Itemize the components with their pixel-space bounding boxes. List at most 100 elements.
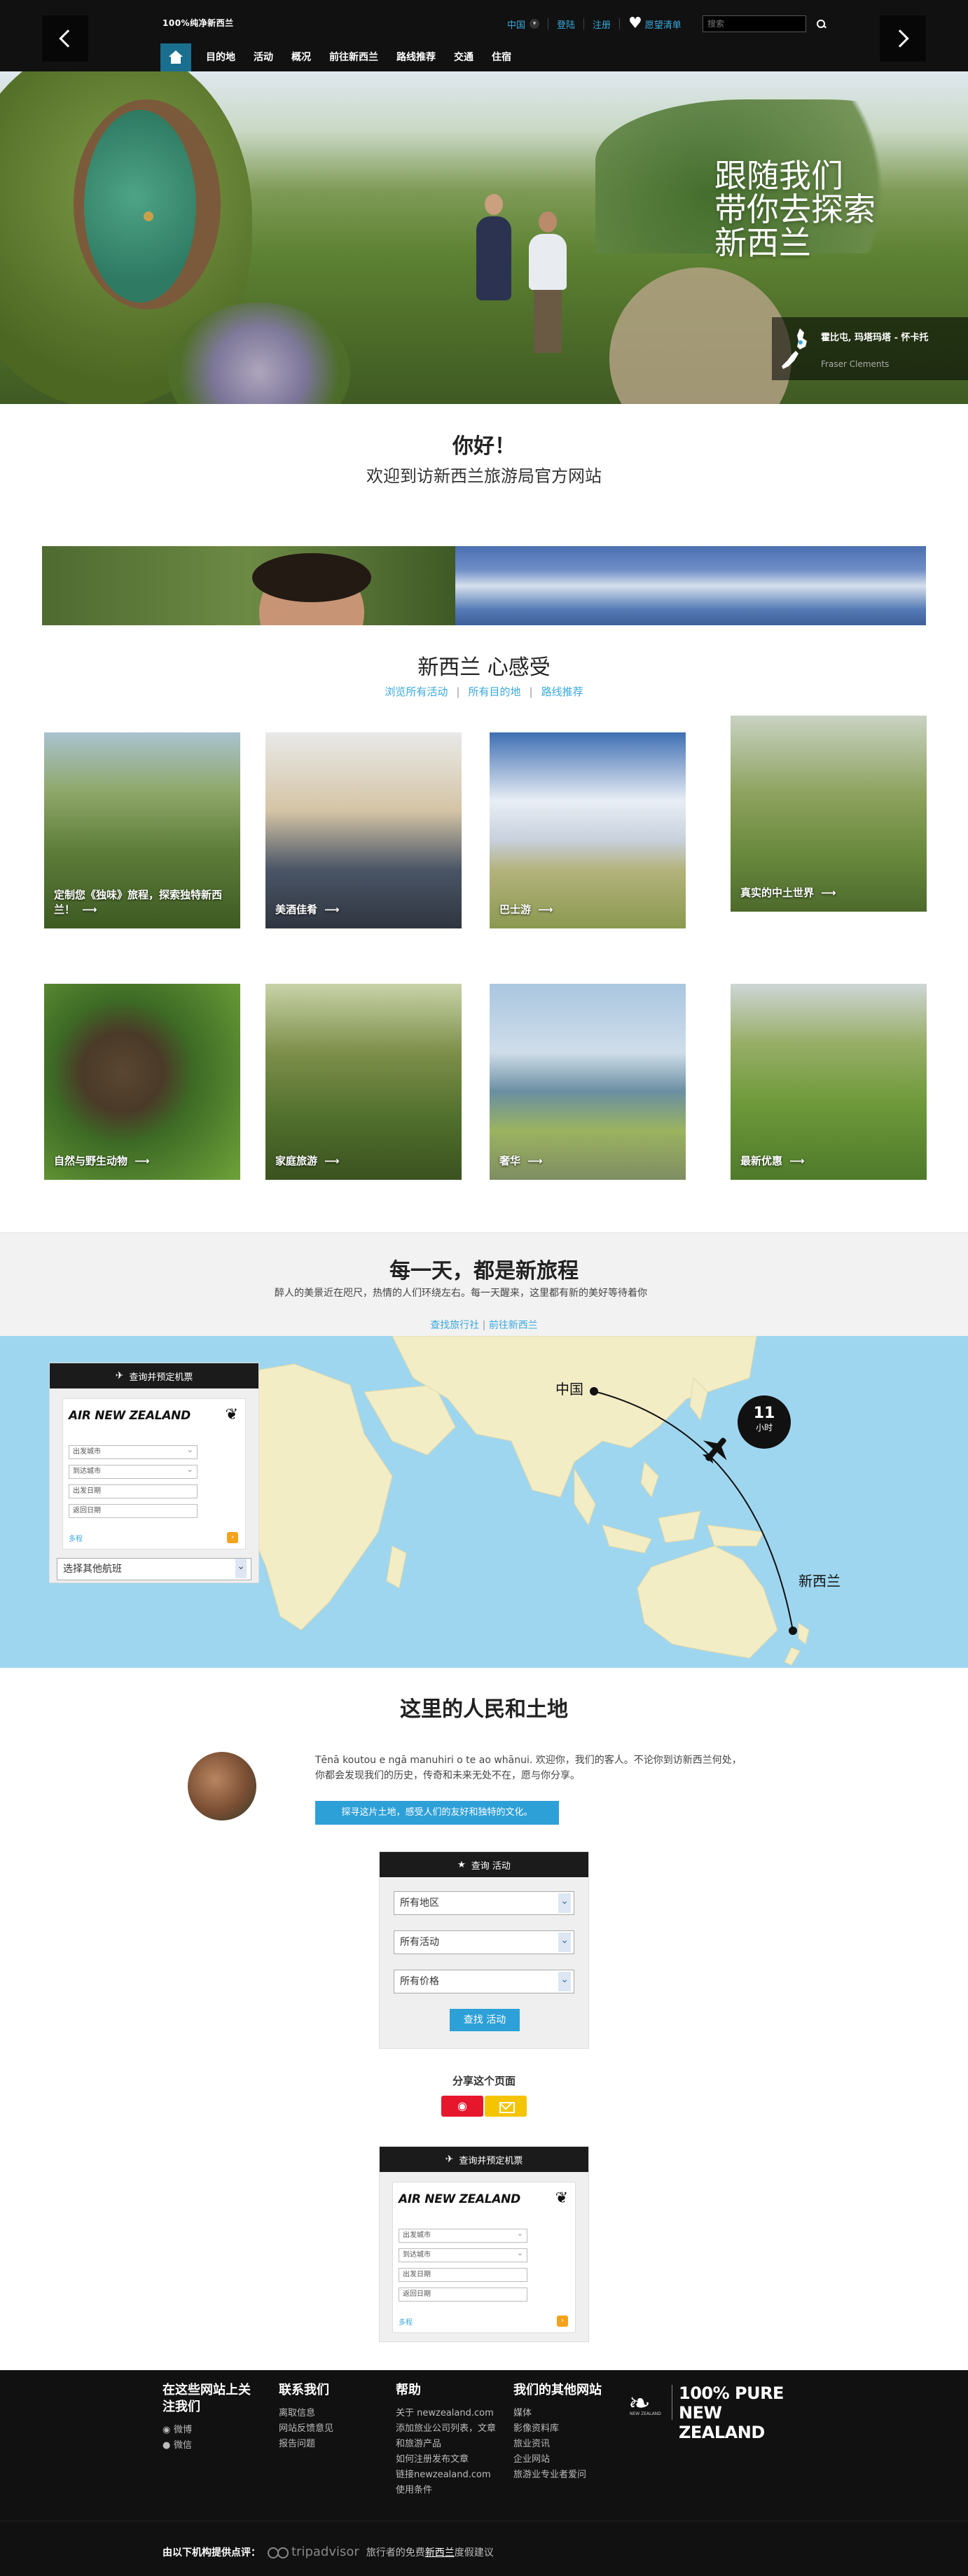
tile-nature-wildlife[interactable]: 自然与野生动物 ⟶ bbox=[44, 984, 240, 1180]
hero-person-man bbox=[529, 211, 567, 373]
flight-hours-badge: 11 小时 bbox=[738, 1395, 791, 1449]
arrow-right-icon: ⟶ bbox=[821, 886, 836, 899]
explore-culture-button[interactable]: 探寻这片土地，感受人们的友好和独特的文化。 bbox=[315, 1801, 559, 1825]
wechat-link[interactable]: ● 微信 bbox=[163, 2438, 261, 2453]
plane-icon: ✈ bbox=[445, 2154, 454, 2165]
departure-date-field[interactable]: 出发日期 bbox=[69, 1484, 198, 1498]
carousel-next-button[interactable] bbox=[880, 15, 926, 62]
footer-link[interactable]: 如何注册发布文章 bbox=[396, 2452, 501, 2467]
nav-accommodation[interactable]: 住宿 bbox=[483, 43, 520, 71]
reviews-text: 旅行者的免费 bbox=[366, 2547, 425, 2558]
itineraries-link[interactable]: 路线推荐 bbox=[541, 685, 583, 698]
tile-luxury[interactable]: 奢华 ⟶ bbox=[490, 984, 686, 1180]
star-icon: ★ bbox=[457, 1859, 466, 1870]
return-date-field[interactable]: 返回日期 bbox=[69, 1504, 198, 1518]
footer-link[interactable]: 媒体 bbox=[513, 2406, 611, 2421]
footer-link[interactable]: 关于 newzealand.com bbox=[396, 2406, 501, 2421]
airline-logo: AIR NEW ZEALAND bbox=[69, 1409, 191, 1423]
tripadvisor-logo[interactable]: tripadvisor bbox=[268, 2544, 359, 2559]
footer-link[interactable]: 旅游业专业者爱问 bbox=[513, 2467, 611, 2483]
footer-link[interactable]: 报告问题 bbox=[279, 2437, 384, 2452]
owl-icon bbox=[268, 2547, 289, 2558]
flight-widget-title: 查询并预定机票 bbox=[459, 2155, 523, 2166]
wishlist-link[interactable]: ♥ 愿望清单 bbox=[628, 16, 682, 32]
nav-destinations[interactable]: 目的地 bbox=[197, 43, 244, 71]
divider: | bbox=[529, 685, 533, 698]
footer-link[interactable]: 链接newzealand.com bbox=[396, 2467, 501, 2483]
tile-middle-earth[interactable]: 真实的中土世界 ⟶ bbox=[731, 716, 927, 912]
search-flights-button[interactable]: › bbox=[227, 1532, 238, 1543]
tile-latest-deals[interactable]: 最新优惠 ⟶ bbox=[731, 984, 927, 1180]
everyday-title: 每一天，都是新旅程 bbox=[389, 1259, 579, 1283]
email-share-button[interactable] bbox=[485, 2096, 527, 2117]
register-link[interactable]: 注册 bbox=[593, 18, 611, 31]
flight-widget-header: ✈ 查询并预定机票 bbox=[50, 1363, 258, 1388]
site-logo[interactable]: 100%纯净新西兰 bbox=[163, 17, 234, 29]
search-input[interactable] bbox=[703, 16, 813, 32]
all-destinations-link[interactable]: 所有目的地 bbox=[468, 685, 520, 698]
nav-overview[interactable]: 概况 bbox=[282, 43, 320, 71]
avatar bbox=[188, 1752, 256, 1820]
tile-family-travel[interactable]: 家庭旅游 ⟶ bbox=[265, 984, 462, 1180]
find-agent-link[interactable]: 查找旅行社 bbox=[430, 1320, 479, 1331]
top-links: 中国 ▾ 登陆 注册 ♥ 愿望清单 bbox=[507, 15, 682, 32]
arrow-right-icon: ⟶ bbox=[134, 1155, 150, 1167]
find-activities-button[interactable]: 查找 活动 bbox=[450, 2009, 520, 2031]
multi-city-link[interactable]: 多程 bbox=[399, 2316, 413, 2327]
departure-city-select[interactable]: 出发城市 bbox=[69, 1444, 198, 1459]
everyday-text: 醉人的美景近在咫尺，热情的人们环绕左右。每一天醒来，这里都有新的美好等待着你 bbox=[275, 1288, 647, 1299]
footer-link[interactable]: 离取信息 bbox=[279, 2406, 384, 2421]
other-flights-select[interactable]: 选择其他航班 bbox=[57, 1558, 251, 1580]
tile-label: 巴士游 ⟶ bbox=[499, 903, 553, 916]
brand-small-text: NEW ZEALAND bbox=[630, 2411, 661, 2416]
multi-city-link[interactable]: 多程 bbox=[69, 1533, 83, 1543]
weibo-link[interactable]: ◉ 微博 bbox=[163, 2423, 261, 2438]
koru-icon: ❦ bbox=[225, 1406, 238, 1423]
footer-link[interactable]: 企业网站 bbox=[513, 2452, 611, 2467]
fern-icon: ❧ bbox=[628, 2388, 651, 2418]
tile-food-wine[interactable]: 美酒佳肴 ⟶ bbox=[265, 732, 462, 928]
hero-person-woman bbox=[476, 194, 511, 355]
weibo-share-button[interactable]: ◉ bbox=[441, 2096, 483, 2117]
divider bbox=[583, 18, 585, 29]
tile-image bbox=[490, 732, 686, 928]
tile-bus-tour[interactable]: 巴士游 ⟶ bbox=[490, 732, 686, 928]
language-selector[interactable]: 中国 ▾ bbox=[507, 18, 540, 31]
footer-link[interactable]: 网站反馈意见 bbox=[279, 2421, 384, 2437]
carousel-prev-button[interactable] bbox=[42, 15, 88, 62]
welcome-title: 你好！ bbox=[452, 434, 516, 459]
departure-city-select[interactable]: 出发城市 bbox=[399, 2227, 527, 2243]
footer-link[interactable]: 添加旅业公司列表，文章和旅游产品 bbox=[396, 2421, 501, 2452]
photo-credit: Fraser Clements bbox=[821, 359, 890, 369]
nav-getting-here[interactable]: 前往新西兰 bbox=[320, 43, 387, 71]
chevron-right-icon bbox=[891, 29, 909, 48]
login-link[interactable]: 登陆 bbox=[557, 18, 575, 31]
nav-itineraries[interactable]: 路线推荐 bbox=[387, 43, 445, 71]
people-title: 这里的人民和土地 bbox=[400, 1697, 568, 1722]
activity-type-select[interactable]: 所有活动 bbox=[394, 1930, 574, 1954]
home-icon[interactable] bbox=[160, 43, 191, 71]
plane-icon bbox=[702, 1437, 727, 1464]
nav-activities[interactable]: 活动 bbox=[244, 43, 282, 71]
arrival-city-select[interactable]: 到达城市 bbox=[399, 2247, 527, 2262]
footer-link[interactable]: 使用条件 bbox=[396, 2483, 501, 2498]
arrival-city-select[interactable]: 到达城市 bbox=[69, 1463, 198, 1479]
browse-activities-link[interactable]: 浏览所有活动 bbox=[385, 685, 448, 698]
brand-logo[interactable]: ❧ NEW ZEALAND 100% PURE NEW ZEALAND bbox=[628, 2381, 789, 2442]
nz-holiday-link[interactable]: 新西兰 bbox=[425, 2547, 455, 2558]
departure-date-field[interactable]: 出发日期 bbox=[399, 2268, 527, 2282]
getting-here-link[interactable]: 前往新西兰 bbox=[489, 1320, 538, 1331]
nav-transport[interactable]: 交通 bbox=[445, 43, 483, 71]
footer-link[interactable]: 旅业资讯 bbox=[513, 2437, 611, 2452]
tile-custom-trip[interactable]: 定制您《独味》旅程，探索独特新西兰！ ⟶ bbox=[44, 732, 240, 928]
search-flights-button[interactable]: › bbox=[557, 2316, 568, 2327]
price-select[interactable]: 所有价格 bbox=[394, 1970, 574, 1993]
region-select[interactable]: 所有地区 bbox=[394, 1891, 574, 1915]
flight-booking-widget: ✈ 查询并预定机票 AIR NEW ZEALAND ❦ 出发城市 到达城市 出发… bbox=[379, 2146, 589, 2342]
hero-location-caption[interactable]: 霍比屯, 玛塔玛塔 - 怀卡托 Fraser Clements bbox=[772, 317, 968, 380]
footer-follow-column: 在这些网站上关注我们 ◉ 微博 ● 微信 bbox=[163, 2382, 261, 2453]
tile-label: 家庭旅游 ⟶ bbox=[275, 1155, 340, 1167]
footer-link[interactable]: 影像资料库 bbox=[513, 2421, 611, 2437]
koru-icon: ❦ bbox=[555, 2189, 568, 2207]
return-date-field[interactable]: 返回日期 bbox=[399, 2288, 527, 2302]
